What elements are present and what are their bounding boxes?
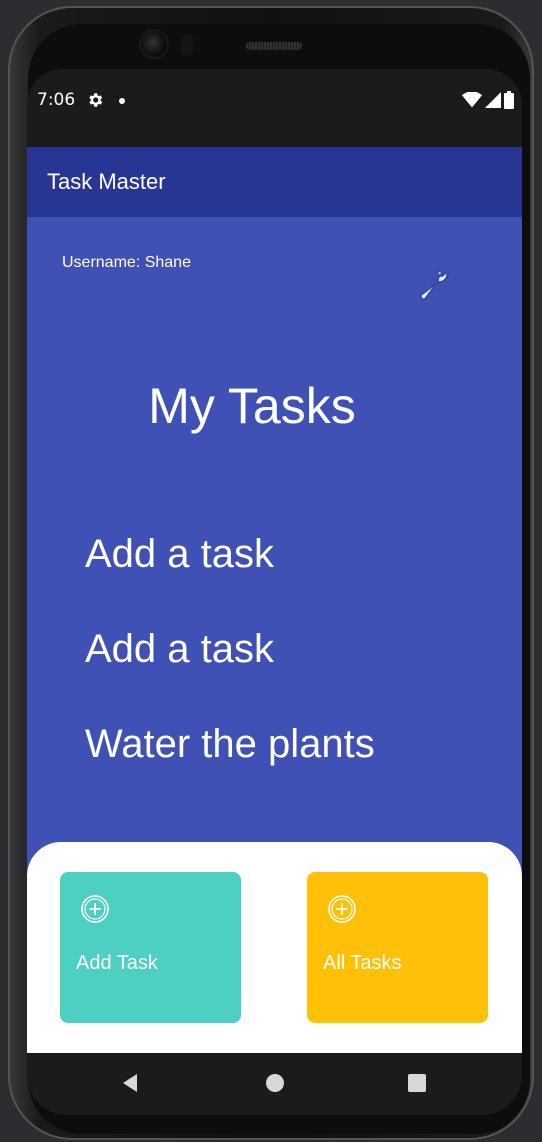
app-bar: Task Master bbox=[27, 147, 522, 217]
status-icons bbox=[462, 91, 514, 109]
battery-icon bbox=[504, 91, 514, 109]
wrench-icon[interactable] bbox=[415, 267, 455, 307]
home-icon[interactable] bbox=[263, 1071, 287, 1095]
front-camera bbox=[141, 31, 167, 57]
signal-icon bbox=[485, 92, 501, 108]
device-screen: 7:06 Task Master Username: Shane My Task… bbox=[27, 69, 522, 1115]
status-time: 7:06 bbox=[37, 90, 76, 110]
bottom-action-panel: Add Task All Tasks bbox=[27, 842, 522, 1072]
add-circle-icon bbox=[81, 895, 109, 923]
notification-dot-icon bbox=[119, 98, 125, 104]
task-item[interactable]: Add a task bbox=[85, 532, 274, 577]
recents-icon[interactable] bbox=[405, 1071, 429, 1095]
add-task-label: Add Task bbox=[76, 952, 158, 974]
back-icon[interactable] bbox=[119, 1071, 143, 1095]
task-item[interactable]: Water the plants bbox=[85, 722, 375, 767]
proximity-sensor bbox=[181, 34, 193, 56]
wifi-icon bbox=[462, 92, 482, 108]
page-heading: My Tasks bbox=[148, 378, 356, 434]
add-circle-icon bbox=[328, 895, 356, 923]
username-label: Username: Shane bbox=[62, 254, 191, 271]
system-nav-bar bbox=[27, 1053, 522, 1115]
gear-icon bbox=[89, 93, 103, 107]
add-task-button[interactable]: Add Task bbox=[60, 872, 241, 1023]
all-tasks-label: All Tasks bbox=[323, 952, 402, 974]
all-tasks-button[interactable]: All Tasks bbox=[307, 872, 488, 1023]
task-item[interactable]: Add a task bbox=[85, 627, 274, 672]
earpiece-speaker bbox=[246, 42, 302, 50]
status-bar: 7:06 bbox=[27, 69, 522, 147]
app-title: Task Master bbox=[47, 169, 166, 194]
